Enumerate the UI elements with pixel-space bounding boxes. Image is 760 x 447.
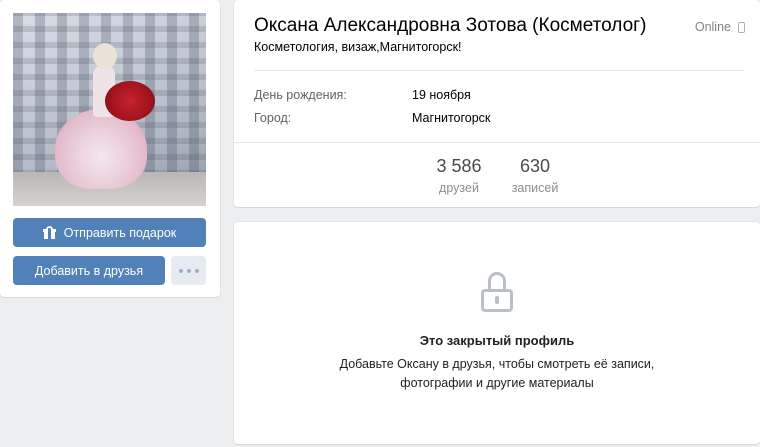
more-actions-button[interactable] <box>171 256 206 285</box>
counters-divider <box>234 142 760 143</box>
lock-icon <box>481 272 513 312</box>
add-friend-button[interactable]: Добавить в друзья <box>13 256 165 285</box>
info-divider <box>254 70 745 71</box>
private-message-line: фотографии и другие материалы <box>400 376 594 390</box>
posts-counter[interactable]: 630 записей <box>504 156 566 195</box>
profile-counters: 3 586 друзей 630 записей <box>234 156 760 200</box>
profile-avatar[interactable] <box>13 13 206 206</box>
private-profile-message: Добавьте Оксану в друзья, чтобы смотреть… <box>234 355 760 393</box>
photo-head <box>93 43 117 69</box>
online-label: Online <box>694 20 731 34</box>
more-dots-icon <box>178 268 183 273</box>
private-message-line: Добавьте Оксану в друзья, чтобы смотреть… <box>339 357 655 371</box>
online-indicator: Online <box>695 20 745 34</box>
mobile-phone-icon <box>738 21 745 33</box>
send-gift-button[interactable]: Отправить подарок <box>13 218 206 247</box>
city-value[interactable]: Магнитогорск <box>412 111 490 125</box>
birthday-value[interactable]: 19 ноября <box>412 88 471 102</box>
profile-status: Косметология, визаж,Магнитогорск! <box>254 40 462 54</box>
photo-dress <box>55 109 147 189</box>
gift-icon <box>42 225 56 239</box>
friends-counter[interactable]: 3 586 друзей <box>432 156 486 195</box>
profile-name: Оксана Александровна Зотова (Косметолог) <box>254 15 647 36</box>
counter-label: друзей <box>439 181 479 195</box>
profile-photo-card: Отправить подарок Добавить в друзья <box>0 0 220 297</box>
profile-info-card: Оксана Александровна Зотова (Косметолог)… <box>234 0 760 207</box>
counter-value: 3 586 <box>436 156 482 176</box>
counter-label: записей <box>511 181 559 195</box>
send-gift-label: Отправить подарок <box>63 225 177 240</box>
counter-value: 630 <box>519 156 551 176</box>
private-profile-title: Это закрытый профиль <box>419 333 575 348</box>
info-label: День рождения: <box>254 88 347 102</box>
add-friend-label: Добавить в друзья <box>34 263 144 278</box>
photo-roses <box>105 81 155 121</box>
private-profile-card: Это закрытый профиль Добавьте Оксану в д… <box>234 222 760 444</box>
info-label: Город: <box>254 111 292 125</box>
